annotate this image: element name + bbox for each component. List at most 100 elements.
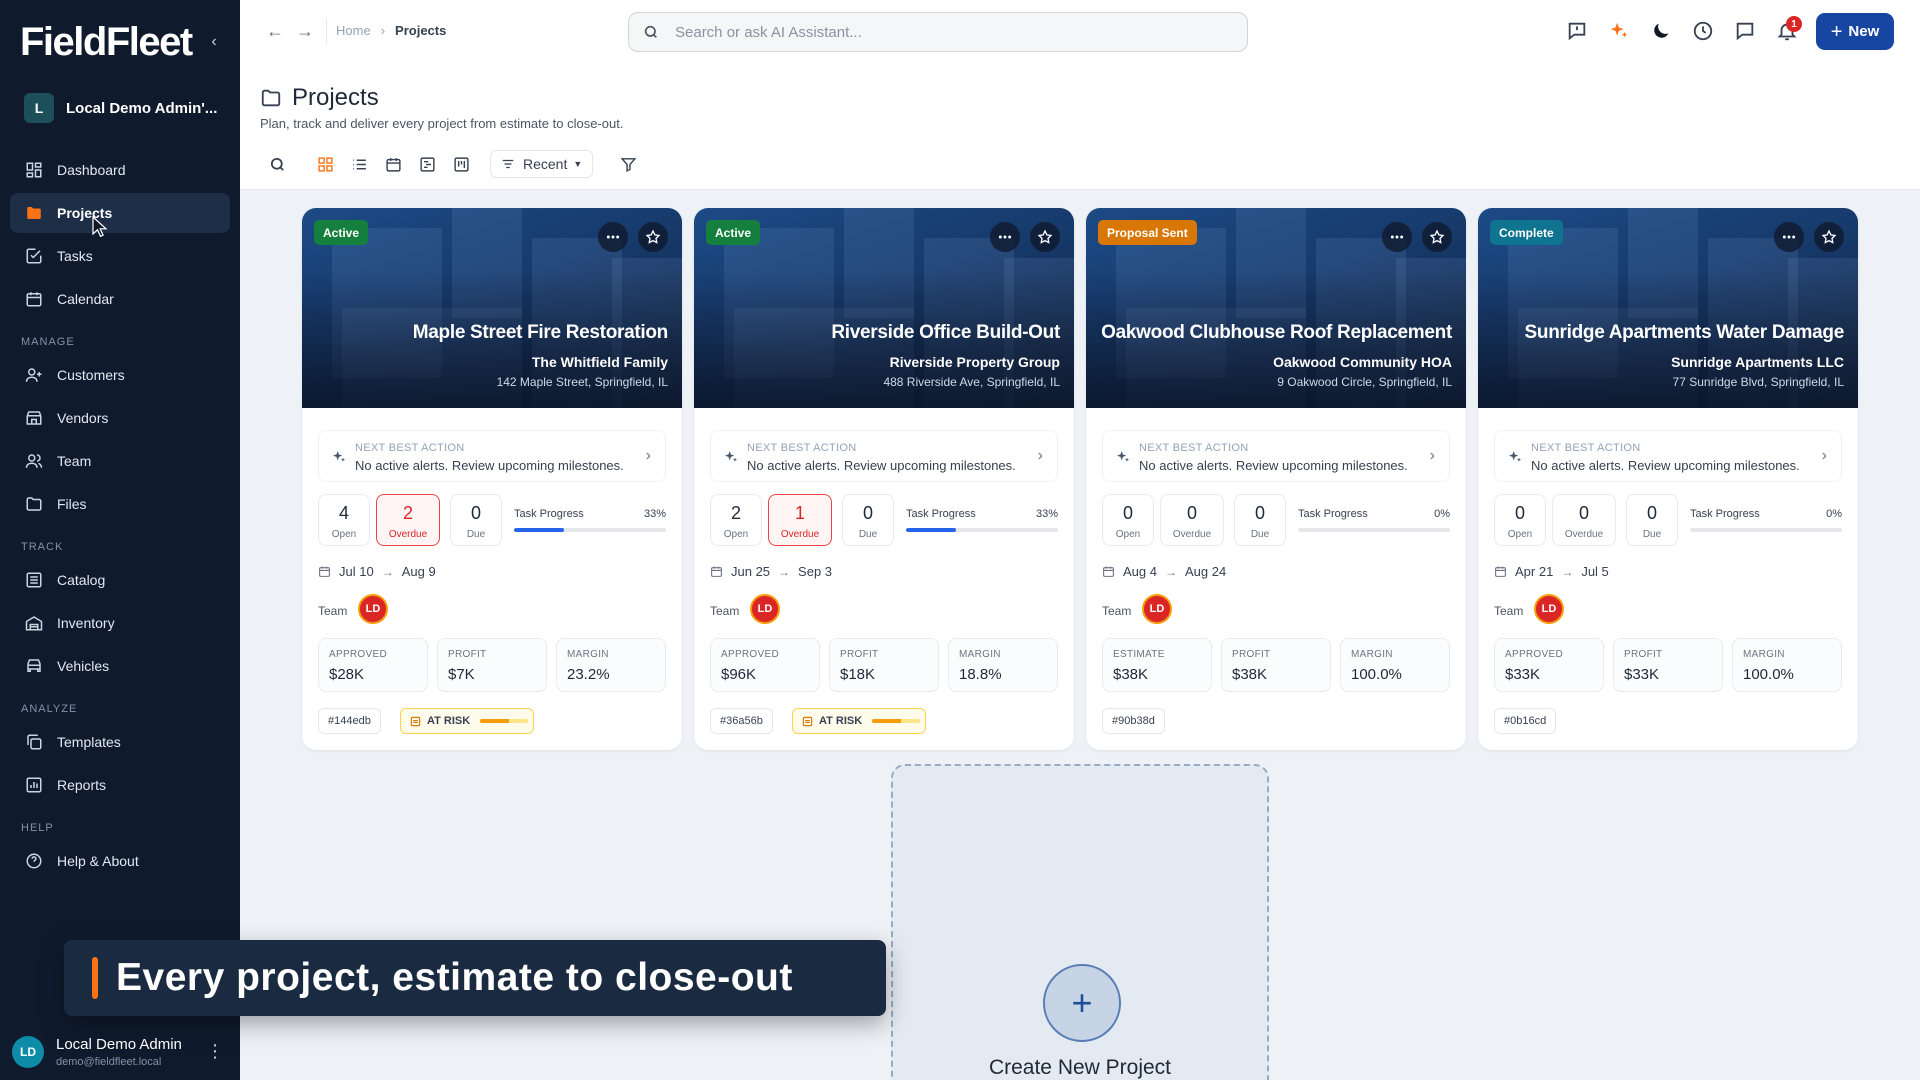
metric-label: PROFIT: [840, 649, 879, 660]
metric-label: PROFIT: [1232, 649, 1271, 660]
stat-due[interactable]: 0 Due: [1234, 494, 1286, 546]
next-best-action[interactable]: NEXT BEST ACTION No active alerts. Revie…: [710, 430, 1058, 482]
project-title[interactable]: Oakwood Clubhouse Roof Replacement: [1101, 322, 1452, 344]
chat-icon[interactable]: [1734, 20, 1756, 42]
project-title[interactable]: Riverside Office Build-Out: [831, 322, 1060, 344]
user-profile[interactable]: LD Local Demo Admin demo@fieldfleet.loca…: [12, 1032, 228, 1072]
sidebar-item-team[interactable]: Team: [10, 441, 230, 481]
project-card[interactable]: Active Riverside Office Build-Out Rivers…: [694, 208, 1074, 750]
app-logo[interactable]: FieldFleet: [20, 20, 193, 65]
more-vertical-icon[interactable]: ⋮: [206, 1042, 224, 1060]
stat-label: Due: [858, 529, 878, 540]
search-bar[interactable]: [628, 12, 1248, 52]
nav-section-analyze: ANALYZE: [21, 703, 78, 715]
sidebar-item-vendors[interactable]: Vendors: [10, 398, 230, 438]
metric-margin: MARGIN 23.2%: [556, 638, 666, 692]
stat-open[interactable]: 4 Open: [318, 494, 370, 546]
board-view-button[interactable]: [444, 150, 478, 178]
avatar[interactable]: LD: [1142, 594, 1172, 624]
favorite-button[interactable]: [638, 222, 668, 252]
next-best-action[interactable]: NEXT BEST ACTION No active alerts. Revie…: [1102, 430, 1450, 482]
stat-value: 0: [470, 503, 481, 523]
project-card[interactable]: Complete Sunridge Apartments Water Damag…: [1478, 208, 1858, 750]
sidebar-item-help[interactable]: Help & About: [10, 841, 230, 881]
ai-sparkle-icon[interactable]: [1608, 20, 1630, 42]
dark-mode-icon[interactable]: [1650, 20, 1672, 42]
timeline-view-button[interactable]: [410, 150, 444, 178]
project-card[interactable]: Active Maple Street Fire Restoration The…: [302, 208, 682, 750]
risk-label: AT RISK: [819, 715, 863, 727]
breadcrumb-home[interactable]: Home: [336, 23, 371, 38]
avatar[interactable]: LD: [358, 594, 388, 624]
calendar-icon: [385, 157, 401, 172]
nba-label: NEXT BEST ACTION: [1531, 442, 1641, 454]
avatar[interactable]: LD: [750, 594, 780, 624]
history-icon[interactable]: [1692, 20, 1714, 42]
collapse-sidebar-icon[interactable]: ‹: [206, 34, 222, 50]
plus-icon[interactable]: +: [1043, 964, 1121, 1042]
sidebar-item-inventory[interactable]: Inventory: [10, 603, 230, 643]
metric-value: $96K: [721, 666, 757, 683]
sidebar-item-tasks[interactable]: Tasks: [10, 236, 230, 276]
project-title[interactable]: Maple Street Fire Restoration: [413, 322, 669, 344]
status-badge: Proposal Sent: [1098, 220, 1197, 245]
create-project-card[interactable]: + Create New Project: [891, 764, 1269, 1080]
feedback-icon[interactable]: [1566, 20, 1588, 42]
favorite-button[interactable]: [1030, 222, 1060, 252]
stat-overdue[interactable]: 1 Overdue: [768, 494, 832, 546]
stat-due[interactable]: 0 Due: [450, 494, 502, 546]
sidebar-item-dashboard[interactable]: Dashboard: [10, 150, 230, 190]
stat-due[interactable]: 0 Due: [1626, 494, 1678, 546]
progress-fill: [906, 528, 957, 532]
search-toggle-button[interactable]: [260, 150, 294, 178]
stat-open[interactable]: 0 Open: [1102, 494, 1154, 546]
metric-label: MARGIN: [1743, 649, 1785, 660]
calendar-icon: [1103, 566, 1114, 577]
star-icon: [645, 229, 661, 244]
metric-label: APPROVED: [1505, 649, 1563, 660]
more-options-button[interactable]: [1774, 222, 1804, 252]
list-view-button[interactable]: [342, 150, 376, 178]
back-arrow-icon[interactable]: ←: [266, 22, 284, 40]
favorite-button[interactable]: [1422, 222, 1452, 252]
search-input[interactable]: [675, 23, 1215, 41]
metric-value: 23.2%: [567, 666, 610, 683]
chevron-right-icon: ›: [645, 447, 651, 464]
status-badge: Active: [314, 220, 369, 245]
chevron-right-icon: ›: [1821, 447, 1827, 464]
stat-open[interactable]: 0 Open: [1494, 494, 1546, 546]
next-best-action[interactable]: NEXT BEST ACTION No active alerts. Revie…: [1494, 430, 1842, 482]
metric-label: MARGIN: [1351, 649, 1393, 660]
more-options-button[interactable]: [1382, 222, 1412, 252]
sort-dropdown[interactable]: Recent ▼: [490, 150, 594, 178]
avatar[interactable]: LD: [1534, 594, 1564, 624]
stat-due[interactable]: 0 Due: [842, 494, 894, 546]
more-options-button[interactable]: [598, 222, 628, 252]
stat-overdue[interactable]: 0 Overdue: [1160, 494, 1224, 546]
sidebar-item-projects[interactable]: Projects: [10, 193, 230, 233]
new-button[interactable]: + New: [1816, 13, 1894, 50]
calendar-view-button[interactable]: [376, 150, 410, 178]
sidebar-item-customers[interactable]: Customers: [10, 355, 230, 395]
org-switcher[interactable]: L Local Demo Admin'...: [12, 88, 228, 128]
stat-value: 0: [1186, 503, 1197, 523]
project-title[interactable]: Sunridge Apartments Water Damage: [1525, 322, 1845, 344]
grid-view-button[interactable]: [308, 150, 342, 178]
favorite-button[interactable]: [1814, 222, 1844, 252]
sidebar-item-calendar[interactable]: Calendar: [10, 279, 230, 319]
sidebar-item-reports[interactable]: Reports: [10, 765, 230, 805]
filter-button[interactable]: [611, 150, 645, 178]
stat-open[interactable]: 2 Open: [710, 494, 762, 546]
stat-overdue[interactable]: 0 Overdue: [1552, 494, 1616, 546]
project-card[interactable]: Proposal Sent Oakwood Clubhouse Roof Rep…: [1086, 208, 1466, 750]
stat-overdue[interactable]: 2 Overdue: [376, 494, 440, 546]
sidebar-item-files[interactable]: Files: [10, 484, 230, 524]
more-options-button[interactable]: [990, 222, 1020, 252]
date-range: Jul 10 → Aug 9: [318, 564, 436, 579]
sidebar-item-catalog[interactable]: Catalog: [10, 560, 230, 600]
sidebar-item-vehicles[interactable]: Vehicles: [10, 646, 230, 686]
customer-name: Sunridge Apartments LLC: [1671, 354, 1844, 370]
forward-arrow-icon[interactable]: →: [296, 22, 314, 40]
sidebar-item-templates[interactable]: Templates: [10, 722, 230, 762]
next-best-action[interactable]: NEXT BEST ACTION No active alerts. Revie…: [318, 430, 666, 482]
